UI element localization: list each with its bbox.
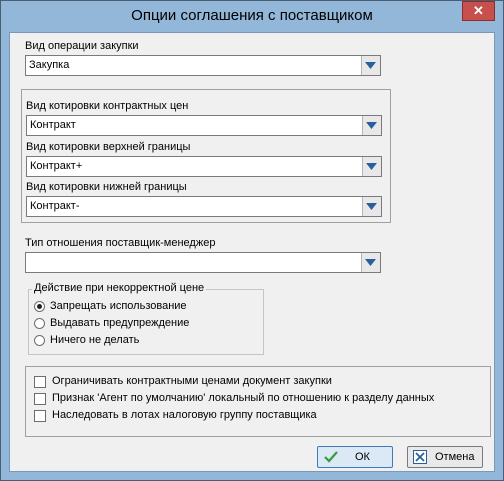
supplier-manager-combo[interactable] bbox=[25, 252, 381, 273]
lower-quote-label: Вид котировки нижней границы bbox=[26, 181, 187, 193]
cancel-button[interactable]: Отмена bbox=[407, 446, 483, 468]
lower-quote-dropdown-button[interactable] bbox=[362, 197, 381, 216]
supplier-manager-label: Тип отношения поставщик-менеджер bbox=[25, 237, 216, 249]
contract-quote-combo[interactable]: Контракт bbox=[26, 115, 382, 136]
checkbox-label-inherit-tax: Наследовать в лотах налоговую группу пос… bbox=[52, 409, 317, 421]
dialog-body: Вид операции закупки Закупка Вид котиров… bbox=[9, 32, 495, 472]
radio-button[interactable] bbox=[34, 335, 45, 346]
upper-quote-combo[interactable]: Контракт+ bbox=[26, 156, 382, 177]
contract-quote-dropdown-button[interactable] bbox=[362, 116, 381, 135]
checkbox-label-limit-contract: Ограничивать контрактными ценами докумен… bbox=[52, 375, 332, 387]
ok-button[interactable]: ОК bbox=[317, 446, 393, 468]
radio-label-nothing: Ничего не делать bbox=[50, 334, 140, 346]
cancel-button-label: Отмена bbox=[435, 451, 475, 463]
checkbox-label-agent-local: Признак 'Агент по умолчанию' локальный п… bbox=[52, 392, 435, 404]
ok-button-label: ОК bbox=[355, 451, 370, 463]
lower-quote-value: Контракт- bbox=[30, 200, 80, 212]
checkbox-row-limit-contract[interactable]: Ограничивать контрактными ценами докумен… bbox=[34, 375, 474, 389]
chevron-down-icon bbox=[366, 122, 377, 129]
upper-quote-label: Вид котировки верхней границы bbox=[26, 141, 191, 153]
chevron-down-icon bbox=[366, 203, 377, 210]
cancel-x-icon bbox=[413, 450, 427, 464]
chevron-down-icon bbox=[365, 62, 376, 69]
checkbox[interactable] bbox=[34, 393, 46, 405]
checkbox[interactable] bbox=[34, 376, 46, 388]
radio-option-forbid[interactable]: Запрещать использование bbox=[34, 300, 254, 314]
close-button[interactable]: ✕ bbox=[462, 1, 495, 21]
chevron-down-icon bbox=[365, 259, 376, 266]
quote-panel: Вид котировки контрактных цен Контракт В… bbox=[21, 89, 391, 223]
upper-quote-dropdown-button[interactable] bbox=[362, 157, 381, 176]
contract-quote-value: Контракт bbox=[30, 119, 76, 131]
radio-option-nothing[interactable]: Ничего не делать bbox=[34, 334, 254, 348]
checkbox[interactable] bbox=[34, 410, 46, 422]
radio-button[interactable] bbox=[34, 301, 45, 312]
checkmark-icon bbox=[324, 451, 338, 463]
title-bar[interactable]: Опции соглашения с поставщиком ✕ bbox=[1, 1, 503, 32]
checkbox-row-agent-local[interactable]: Признак 'Агент по умолчанию' локальный п… bbox=[34, 392, 474, 406]
incorrect-price-group: Действие при некорректной цене Запрещать… bbox=[28, 282, 264, 355]
incorrect-price-legend: Действие при некорректной цене bbox=[32, 282, 207, 294]
radio-option-warn[interactable]: Выдавать предупреждение bbox=[34, 317, 254, 331]
upper-quote-value: Контракт+ bbox=[30, 160, 83, 172]
dialog-window: Опции соглашения с поставщиком ✕ Вид опе… bbox=[0, 0, 504, 481]
purchase-op-value: Закупка bbox=[29, 59, 70, 71]
purchase-op-label: Вид операции закупки bbox=[25, 40, 139, 52]
dialog-title: Опции соглашения с поставщиком bbox=[131, 7, 373, 24]
chevron-down-icon bbox=[366, 163, 377, 170]
radio-label-forbid: Запрещать использование bbox=[50, 300, 187, 312]
radio-selected-dot bbox=[37, 304, 42, 309]
options-checkbox-panel: Ограничивать контрактными ценами докумен… bbox=[25, 366, 491, 437]
checkbox-row-inherit-tax[interactable]: Наследовать в лотах налоговую группу пос… bbox=[34, 409, 474, 423]
radio-button[interactable] bbox=[34, 318, 45, 329]
supplier-manager-dropdown-button[interactable] bbox=[361, 253, 380, 272]
purchase-op-combo[interactable]: Закупка bbox=[25, 55, 381, 76]
purchase-op-dropdown-button[interactable] bbox=[361, 56, 380, 75]
contract-quote-label: Вид котировки контрактных цен bbox=[26, 100, 189, 112]
radio-label-warn: Выдавать предупреждение bbox=[50, 317, 190, 329]
lower-quote-combo[interactable]: Контракт- bbox=[26, 196, 382, 217]
